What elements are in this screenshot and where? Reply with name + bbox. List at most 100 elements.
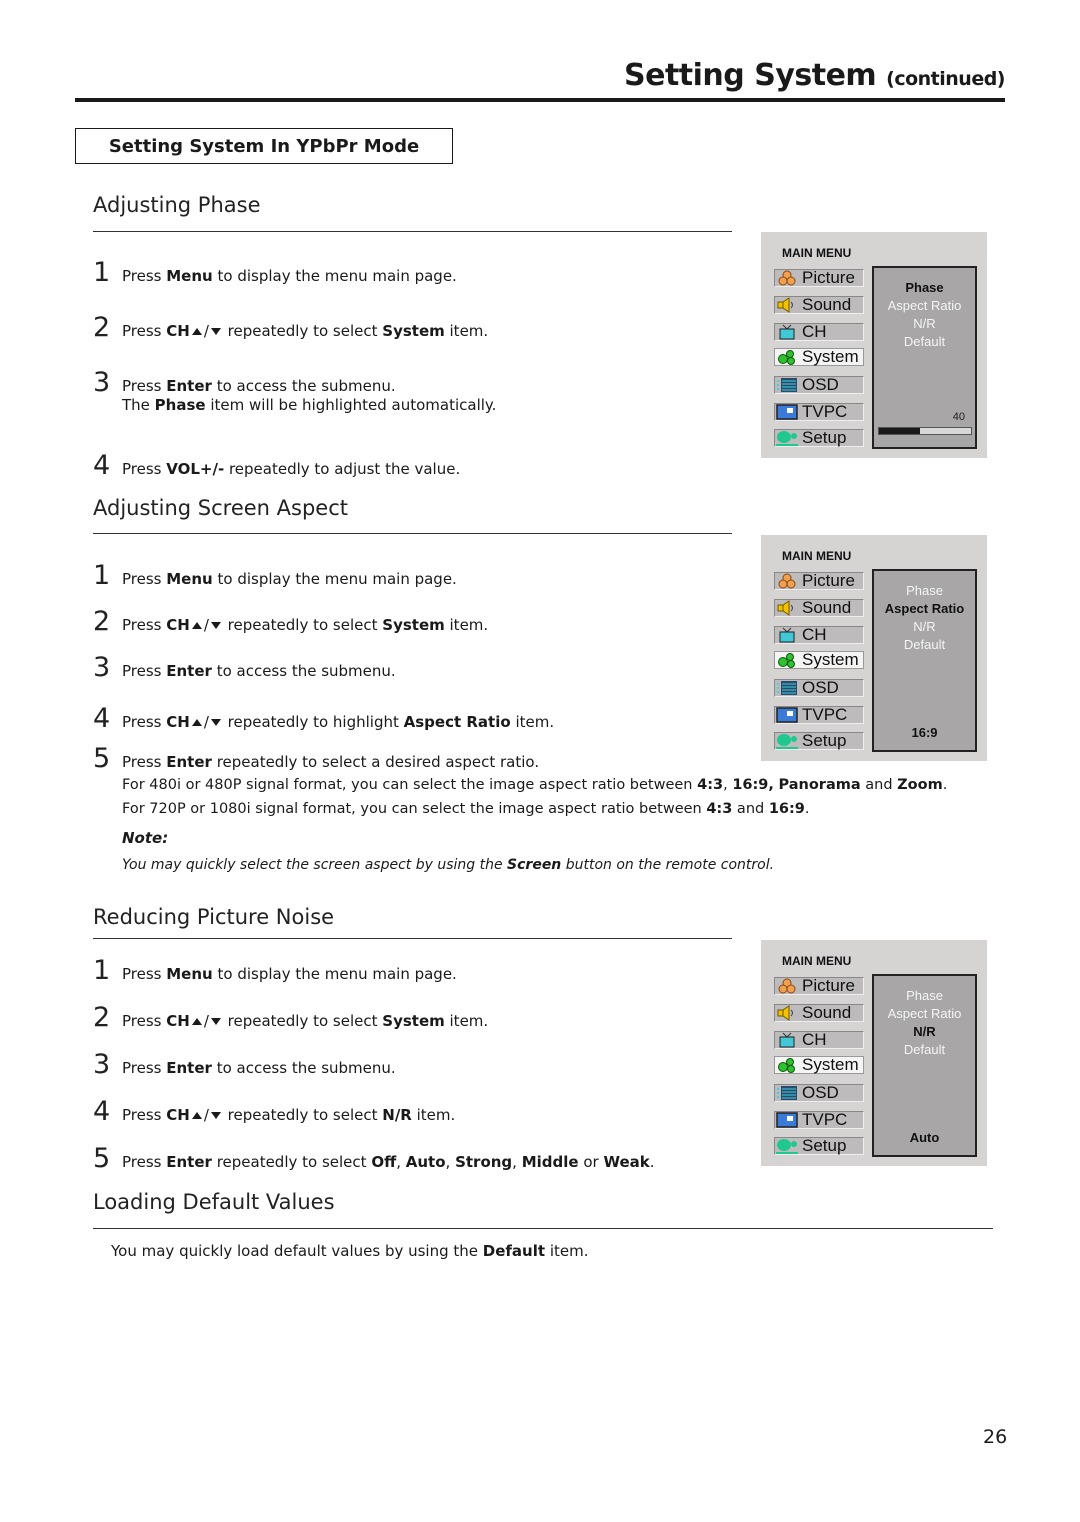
monitor-icon	[775, 404, 799, 420]
menu-item-ch[interactable]: CH	[774, 322, 864, 341]
submenu-option-n-r[interactable]: N/R	[874, 316, 975, 331]
page-title-suffix: (continued)	[886, 68, 1005, 90]
submenu-option-default[interactable]: Default	[874, 334, 975, 349]
submenu-option-default[interactable]: Default	[874, 1042, 975, 1057]
step-number: 4	[93, 1096, 111, 1127]
menu-item-sound[interactable]: Sound	[774, 1003, 864, 1022]
step-number: 4	[93, 703, 111, 734]
text-run: ,	[445, 1153, 456, 1171]
submenu-option-phase[interactable]: Phase	[874, 280, 975, 295]
step-text: Press CH / repeatedly to highlight Aspect…	[122, 713, 554, 731]
bold-term: System	[382, 1012, 445, 1030]
menu-item-sound[interactable]: Sound	[774, 598, 864, 617]
monitor-icon	[775, 707, 799, 723]
text-run: .	[649, 1153, 655, 1171]
bold-term: CH	[166, 1012, 190, 1030]
list-icon	[775, 1085, 799, 1101]
page-number: 26	[983, 1426, 1008, 1448]
step-number: 5	[93, 1143, 111, 1174]
menu-item-ch[interactable]: CH	[774, 1030, 864, 1049]
submenu-option-phase[interactable]: Phase	[874, 988, 975, 1003]
menu-item-label: OSD	[802, 678, 839, 697]
menu-item-tvpc[interactable]: TVPC	[774, 1110, 864, 1129]
menu-item-label: Sound	[802, 295, 852, 314]
arrow-up-icon	[191, 327, 202, 335]
menu-item-picture[interactable]: Picture	[774, 976, 864, 995]
menu-item-picture[interactable]: Picture	[774, 571, 864, 590]
text-run: repeatedly to highlight	[222, 713, 404, 731]
step-number: 2	[93, 312, 111, 343]
bold-term: N/R	[382, 1106, 412, 1124]
section-rule	[93, 533, 732, 534]
osd-menu-noise: MAIN MENU Picture Sound CH System OSD TVPC Setu…	[761, 940, 987, 1166]
phase-slider[interactable]	[878, 427, 972, 435]
text-run: Press	[122, 965, 167, 983]
menu-item-label: CH	[802, 322, 827, 341]
bold-term: Menu	[166, 570, 213, 588]
arrow-down-icon	[210, 718, 221, 726]
menu-item-sound[interactable]: Sound	[774, 295, 864, 314]
submenu-option-phase[interactable]: Phase	[874, 583, 975, 598]
menu-item-label: TVPC	[802, 402, 848, 421]
step-item: 2 Press CH / repeatedly to select System i…	[93, 606, 488, 637]
section-rule	[93, 938, 732, 939]
menu-item-setup[interactable]: Setup	[774, 731, 864, 750]
tv-icon	[775, 1032, 799, 1048]
submenu-option-aspect-ratio[interactable]: Aspect Ratio	[874, 601, 975, 616]
bold-term: Zoom	[897, 777, 943, 793]
menu-item-ch[interactable]: CH	[774, 625, 864, 644]
step-text: Press Enter to access the submenu.	[122, 662, 396, 680]
menu-item-setup[interactable]: Setup	[774, 1136, 864, 1155]
text-run: to display the menu main page.	[212, 570, 457, 588]
menu-item-label: TVPC	[802, 705, 848, 724]
tv-icon	[775, 627, 799, 643]
step-text: Press Menu to display the menu main page…	[122, 965, 457, 983]
aspect-info-line: For 720P or 1080i signal format, you can…	[122, 801, 810, 817]
section-title: Adjusting Screen Aspect	[93, 496, 349, 520]
phase-value: 40	[952, 411, 965, 423]
menu-item-osd[interactable]: OSD	[774, 678, 864, 697]
bold-term: Menu	[166, 267, 213, 285]
menu-item-system[interactable]: System	[774, 650, 864, 669]
text-run: to display the menu main page.	[212, 267, 457, 285]
menu-item-osd[interactable]: OSD	[774, 375, 864, 394]
menu-item-label: CH	[802, 625, 827, 644]
menu-item-osd[interactable]: OSD	[774, 1083, 864, 1102]
arrow-up-icon	[191, 1111, 202, 1119]
submenu-option-aspect-ratio[interactable]: Aspect Ratio	[874, 298, 975, 313]
bold-term: Enter	[166, 1059, 212, 1077]
menu-item-setup[interactable]: Setup	[774, 428, 864, 447]
text-run: item will be highlighted automatically.	[205, 396, 497, 414]
text-run: and	[732, 801, 769, 817]
menu-item-system[interactable]: System	[774, 347, 864, 366]
submenu-option-n-r[interactable]: N/R	[874, 1024, 975, 1039]
bold-term: Enter	[166, 377, 212, 395]
submenu-option-default[interactable]: Default	[874, 637, 975, 652]
step-number: 3	[93, 367, 111, 398]
text-run: to access the submenu.	[211, 662, 396, 680]
text-run: Press	[122, 616, 167, 634]
setup-icon	[775, 1138, 799, 1154]
step-text: Press Enter repeatedly to select Off, Au…	[122, 1153, 655, 1171]
submenu-option-aspect-ratio[interactable]: Aspect Ratio	[874, 1006, 975, 1021]
text-run: ,	[512, 1153, 522, 1171]
bold-term: Off	[371, 1153, 397, 1171]
step-number: 3	[93, 1049, 111, 1080]
title-rule	[75, 98, 1005, 102]
gears-icon	[775, 1057, 799, 1073]
submenu-option-n-r[interactable]: N/R	[874, 619, 975, 634]
menu-item-label: Picture	[802, 268, 855, 287]
menu-item-picture[interactable]: Picture	[774, 268, 864, 287]
ch-up-down-arrows: /	[190, 322, 223, 340]
menu-item-system[interactable]: System	[774, 1055, 864, 1074]
rgb-circles-icon	[775, 270, 799, 286]
menu-item-tvpc[interactable]: TVPC	[774, 705, 864, 724]
ch-up-down-arrows: /	[190, 1106, 223, 1124]
option-value: 16:9	[911, 725, 938, 740]
page-title-main: Setting System	[624, 58, 877, 93]
bold-term: Enter	[166, 1153, 212, 1171]
menu-item-label: Picture	[802, 571, 855, 590]
arrow-up-icon	[191, 621, 202, 629]
menu-item-tvpc[interactable]: TVPC	[774, 402, 864, 421]
text-run: button on the remote control.	[561, 857, 775, 873]
